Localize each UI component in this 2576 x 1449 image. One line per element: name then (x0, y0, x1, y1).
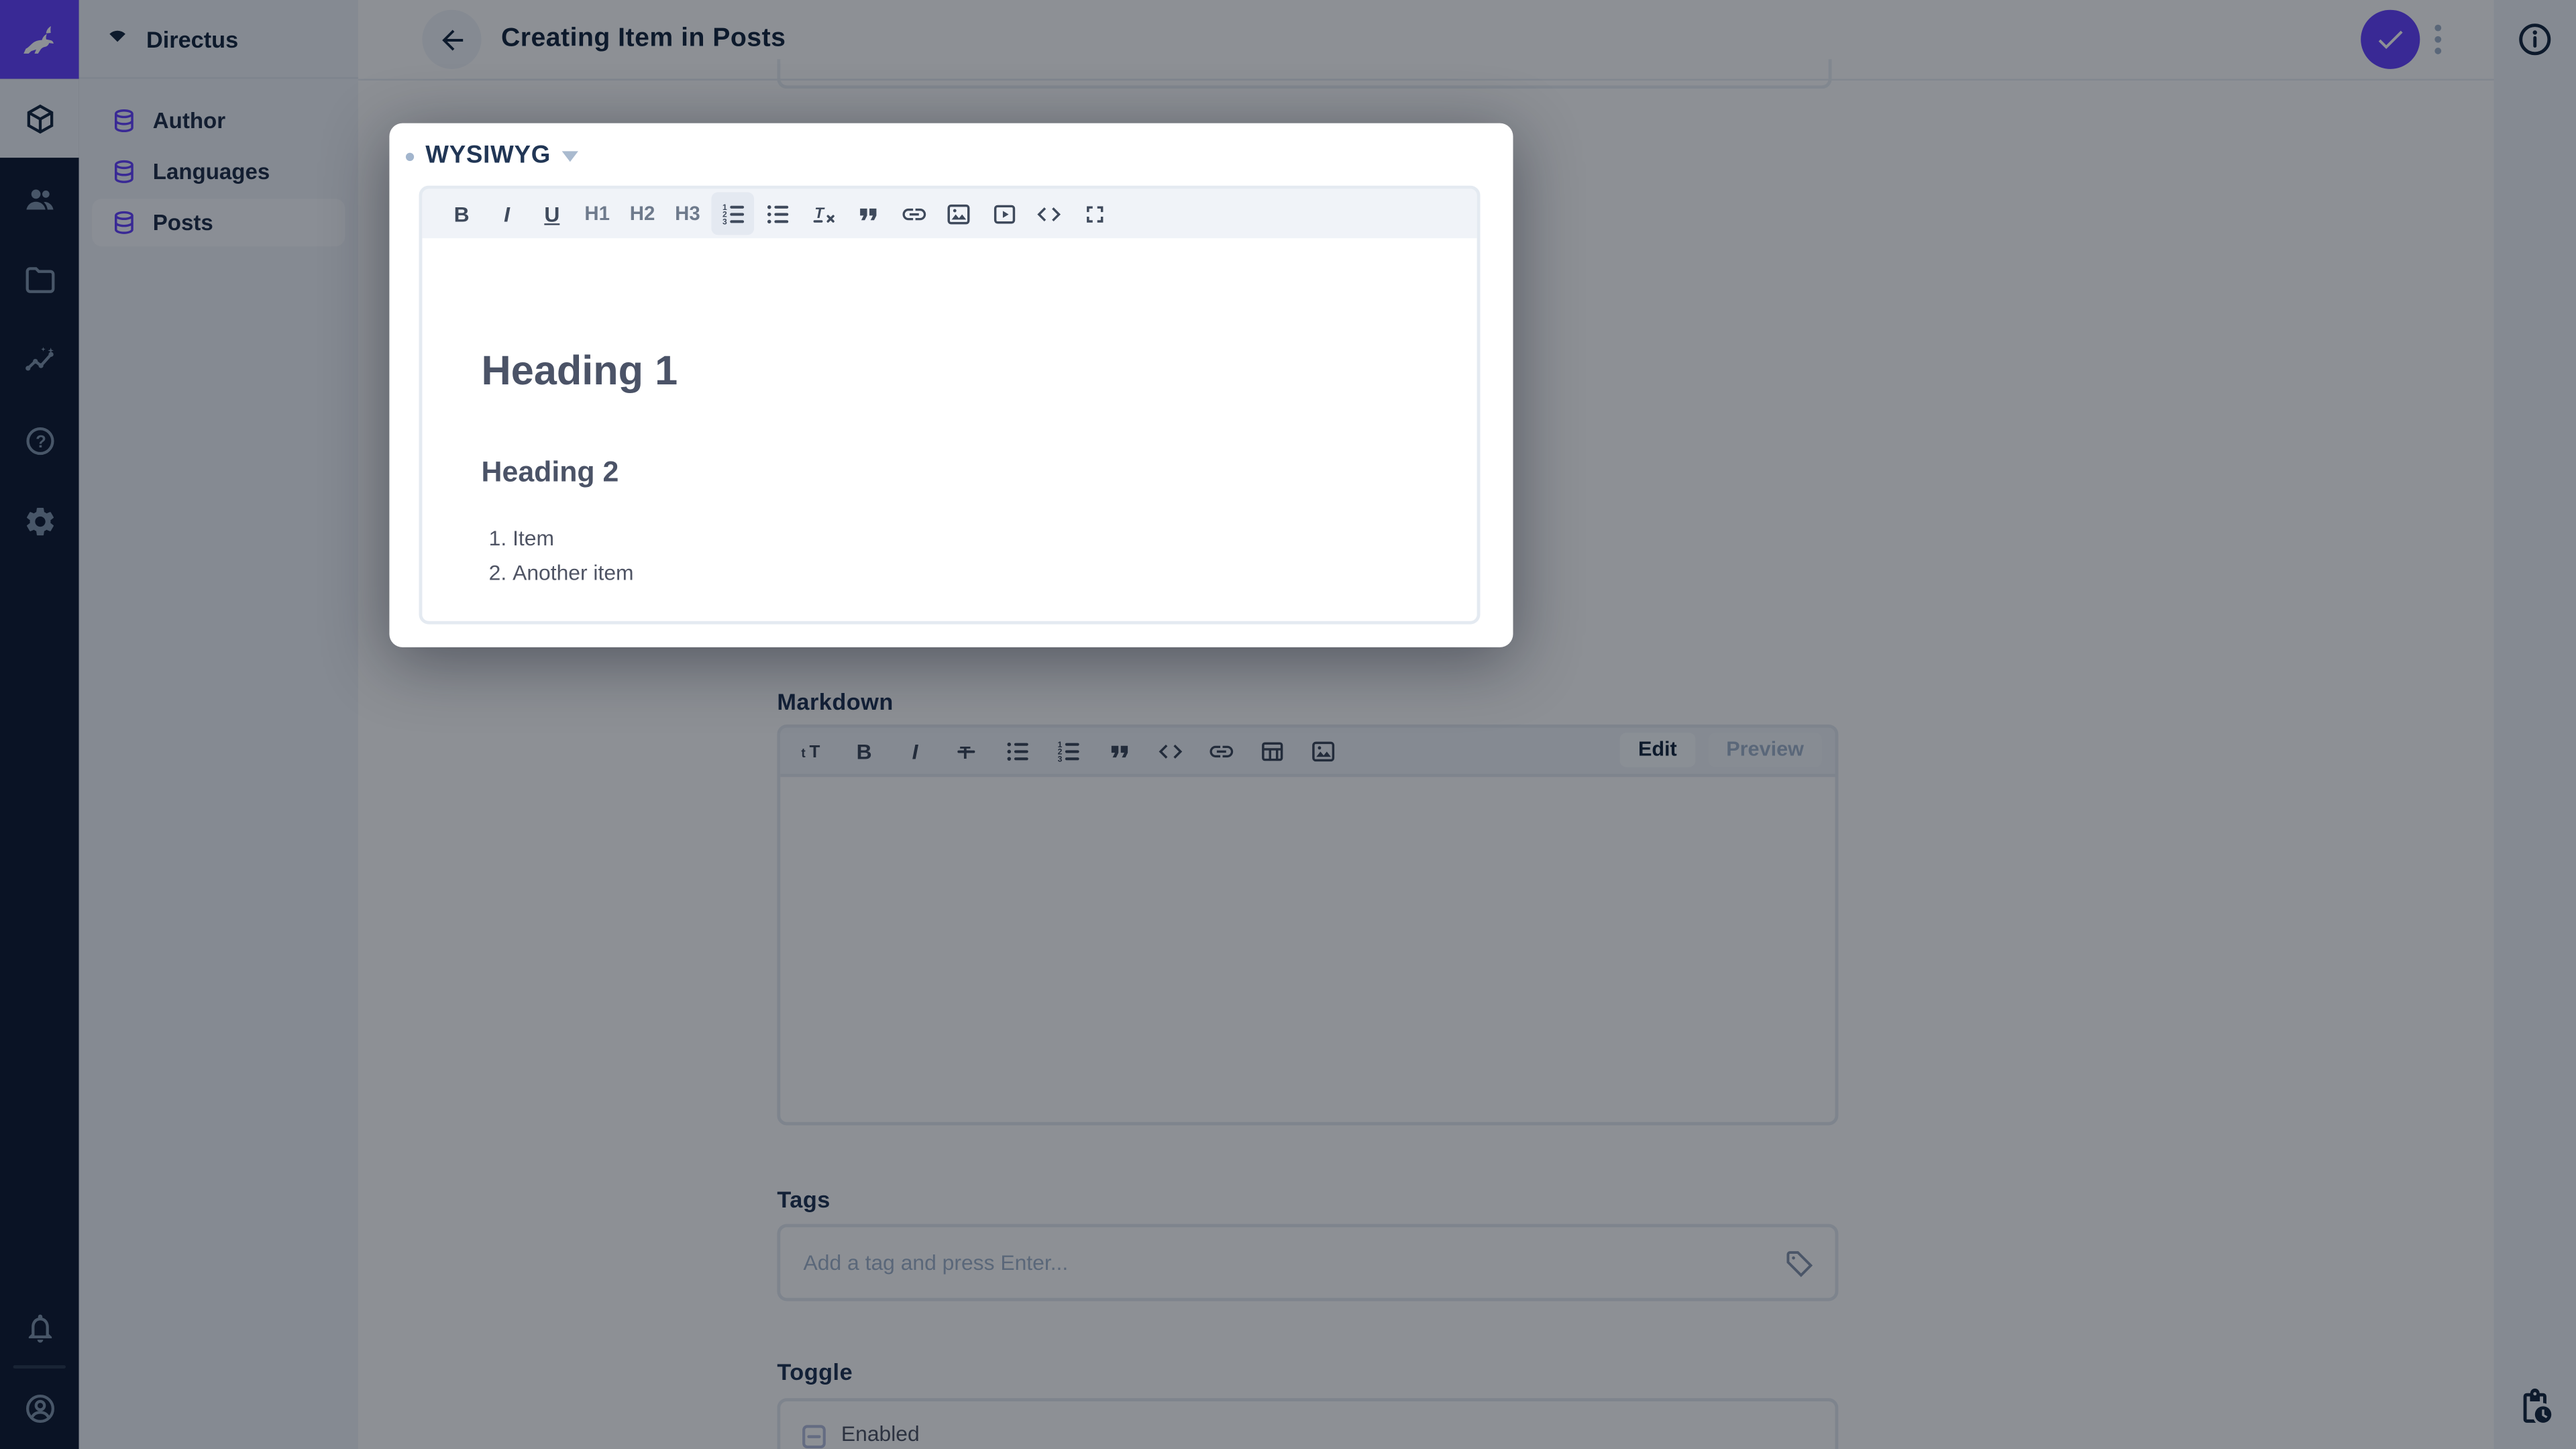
field-edited-dot (405, 152, 415, 160)
bullet-list-icon (767, 204, 789, 223)
clear-formatting-icon: T (812, 204, 834, 222)
image-button[interactable] (937, 193, 980, 235)
list-item: Item (513, 526, 633, 551)
wysiwyg-field-label[interactable]: WYSIWYG (425, 142, 551, 170)
link-icon (902, 207, 925, 220)
fullscreen-icon (1085, 205, 1103, 222)
bullet-list-button[interactable] (757, 193, 800, 235)
content-heading-1: Heading 1 (481, 348, 678, 394)
wysiwyg-field-card: WYSIWYG B I U H1 H2 H3 123 T Heading 1 H… (389, 123, 1513, 647)
directus-app: Creating Item in Posts Markdown tT B I T (0, 0, 2576, 1449)
bold-button[interactable]: B (440, 193, 483, 235)
wysiwyg-content-area[interactable]: Heading 1 Heading 2 Item Another item (422, 238, 1477, 621)
code-button[interactable] (1028, 193, 1071, 235)
list-item: Another item (513, 560, 633, 585)
italic-button[interactable]: I (486, 193, 529, 235)
blockquote-icon (860, 207, 877, 220)
h2-button[interactable]: H2 (621, 193, 664, 235)
svg-text:T: T (814, 204, 824, 221)
fullscreen-button[interactable] (1073, 193, 1116, 235)
h1-button[interactable]: H1 (576, 193, 619, 235)
svg-text:3: 3 (722, 216, 727, 225)
h3-button[interactable]: H3 (666, 193, 709, 235)
numbered-list-icon: 123 (722, 202, 743, 225)
media-button[interactable] (982, 193, 1025, 235)
blockquote-button[interactable] (847, 193, 890, 235)
wysiwyg-editor: B I U H1 H2 H3 123 T Heading 1 Heading 2… (419, 185, 1481, 625)
content-numbered-list: Item Another item (482, 526, 633, 595)
clear-formatting-button[interactable]: T (802, 193, 845, 235)
content-heading-2: Heading 2 (481, 455, 619, 488)
link-button[interactable] (892, 193, 935, 235)
wysiwyg-toolbar: B I U H1 H2 H3 123 T (422, 189, 1477, 242)
wysiwyg-label-row: WYSIWYG (405, 142, 579, 170)
media-play-icon (993, 204, 1014, 223)
image-icon (947, 203, 970, 224)
code-icon (1037, 206, 1061, 221)
numbered-list-button[interactable]: 123 (711, 192, 755, 235)
chevron-down-icon[interactable] (562, 151, 579, 162)
underline-button[interactable]: U (531, 193, 574, 235)
